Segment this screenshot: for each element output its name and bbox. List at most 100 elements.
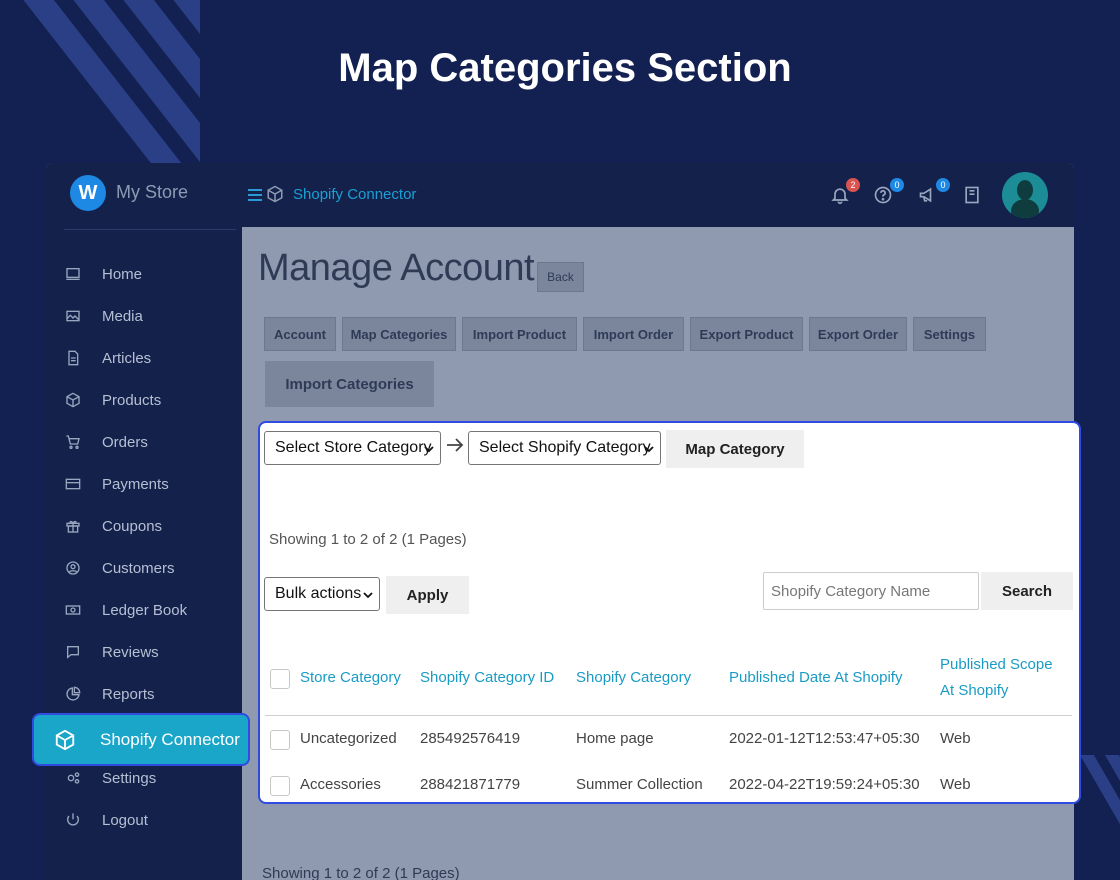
sidebar-item-label: Coupons bbox=[102, 517, 163, 535]
column-header-store-category[interactable]: Store Category bbox=[300, 665, 401, 691]
pagination-summary-bottom: Showing 1 to 2 of 2 (1 Pages) bbox=[262, 865, 460, 880]
import-categories-button[interactable]: Import Categories bbox=[265, 361, 434, 407]
cell-published-date: 2022-04-22T19:59:24+05:30 bbox=[729, 776, 920, 793]
pie-chart-icon bbox=[64, 685, 82, 703]
tab-import-product[interactable]: Import Product bbox=[462, 317, 577, 351]
cell-store-category: Accessories bbox=[300, 776, 381, 793]
store-category-select[interactable]: Select Store Category bbox=[264, 431, 441, 465]
user-circle-icon bbox=[64, 559, 82, 577]
sidebar-item-label: Products bbox=[102, 391, 162, 409]
apply-button[interactable]: Apply bbox=[386, 576, 469, 614]
sidebar-item-label: Home bbox=[102, 265, 143, 283]
sidebar-item-payments[interactable]: Payments bbox=[64, 469, 169, 499]
shopify-category-select[interactable]: Select Shopify Category bbox=[468, 431, 661, 465]
sidebar-item-settings[interactable]: Settings bbox=[64, 763, 156, 793]
sidebar-item-coupons[interactable]: Coupons bbox=[64, 511, 162, 541]
sidebar-item-shopify-connector[interactable]: Shopify Connector bbox=[32, 713, 250, 766]
cell-published-date: 2022-01-12T12:53:47+05:30 bbox=[729, 730, 920, 747]
sidebar-item-articles[interactable]: Articles bbox=[64, 343, 151, 373]
chevron-down-icon bbox=[363, 592, 373, 599]
gift-icon bbox=[64, 517, 82, 535]
credit-card-icon bbox=[64, 475, 82, 493]
map-categories-panel: Select Store Category Select Shopify Cat… bbox=[258, 421, 1081, 804]
store-category-select-value: Select Store Category bbox=[275, 439, 432, 456]
row-checkbox[interactable] bbox=[270, 776, 290, 796]
sidebar-item-customers[interactable]: Customers bbox=[64, 553, 175, 583]
tab-settings[interactable]: Settings bbox=[913, 317, 986, 351]
tab-export-product[interactable]: Export Product bbox=[690, 317, 803, 351]
search-input[interactable]: Shopify Category Name bbox=[763, 572, 979, 610]
power-icon bbox=[64, 811, 82, 829]
search-button[interactable]: Search bbox=[981, 572, 1073, 610]
cart-icon bbox=[64, 433, 82, 451]
sidebar-item-label: Orders bbox=[102, 433, 148, 451]
shopify-category-select-value: Select Shopify Category bbox=[479, 439, 651, 456]
cell-shopify-category: Summer Collection bbox=[576, 776, 703, 793]
cell-shopify-id: 285492576419 bbox=[420, 730, 521, 747]
tab-account[interactable]: Account bbox=[264, 317, 336, 351]
sidebar-item-label: Articles bbox=[102, 349, 152, 367]
table-divider bbox=[265, 715, 1072, 716]
sidebar-item-home[interactable]: Home bbox=[64, 259, 142, 289]
sidebar-item-label: Settings bbox=[102, 769, 157, 787]
announcements-badge: 0 bbox=[936, 178, 950, 192]
menu-icon[interactable] bbox=[248, 189, 262, 204]
help-badge: 0 bbox=[890, 178, 904, 192]
sidebar-item-label: Shopify Connector bbox=[100, 729, 240, 749]
sidebar-item-reviews[interactable]: Reviews bbox=[64, 637, 159, 667]
sidebar-item-label: Reports bbox=[102, 685, 155, 703]
sidebar-item-label: Reviews bbox=[102, 643, 159, 661]
cube-icon bbox=[55, 729, 75, 750]
pagination-summary: Showing 1 to 2 of 2 (1 Pages) bbox=[269, 531, 467, 548]
column-header-shopify-category[interactable]: Shopify Category bbox=[576, 665, 691, 691]
monitor-icon bbox=[64, 265, 82, 283]
sidebar-item-orders[interactable]: Orders bbox=[64, 427, 148, 457]
column-header-published-date[interactable]: Published Date At Shopify bbox=[729, 665, 902, 691]
cube-icon bbox=[64, 391, 82, 409]
column-header-shopify-category-id[interactable]: Shopify Category ID bbox=[420, 665, 554, 691]
cube-icon bbox=[267, 185, 283, 203]
document-icon bbox=[64, 349, 82, 367]
sidebar-item-media[interactable]: Media bbox=[64, 301, 143, 331]
cash-icon bbox=[64, 601, 82, 619]
chevron-down-icon bbox=[424, 446, 434, 453]
bulk-actions-select[interactable]: Bulk actions bbox=[264, 577, 380, 611]
bulk-actions-select-value: Bulk actions bbox=[275, 585, 362, 602]
cell-shopify-category: Home page bbox=[576, 730, 654, 747]
chevron-down-icon bbox=[644, 446, 654, 453]
breadcrumb[interactable]: Shopify Connector bbox=[293, 186, 416, 203]
map-category-button[interactable]: Map Category bbox=[666, 430, 804, 468]
notifications-badge: 2 bbox=[846, 178, 860, 192]
top-bar: W My Store Shopify Connector 2 0 0 bbox=[46, 163, 1074, 227]
sidebar-item-label: Payments bbox=[102, 475, 169, 493]
tab-map-categories[interactable]: Map Categories bbox=[342, 317, 456, 351]
gears-icon bbox=[64, 769, 82, 787]
cell-published-scope: Web bbox=[940, 776, 971, 793]
megaphone-icon[interactable] bbox=[918, 185, 938, 205]
sidebar-item-label: Logout bbox=[102, 811, 148, 829]
column-header-line: Published Scope bbox=[940, 656, 1053, 673]
tab-import-order[interactable]: Import Order bbox=[583, 317, 684, 351]
hero-title: Map Categories Section bbox=[338, 46, 792, 90]
store-name[interactable]: My Store bbox=[116, 182, 188, 203]
sidebar-item-logout[interactable]: Logout bbox=[64, 805, 148, 835]
tab-export-order[interactable]: Export Order bbox=[809, 317, 907, 351]
select-all-checkbox[interactable] bbox=[270, 669, 290, 689]
sidebar-item-label: Customers bbox=[102, 559, 175, 577]
page-title: Manage Account bbox=[258, 247, 535, 289]
sidebar-item-label: Ledger Book bbox=[102, 601, 188, 619]
cell-shopify-id: 288421871779 bbox=[420, 776, 521, 793]
image-icon bbox=[64, 307, 82, 325]
cell-published-scope: Web bbox=[940, 730, 971, 747]
sidebar-item-ledger-book[interactable]: Ledger Book bbox=[64, 595, 187, 625]
column-header-published-scope[interactable]: Published Scope At Shopify bbox=[940, 652, 1053, 704]
sidebar-item-products[interactable]: Products bbox=[64, 385, 161, 415]
back-button[interactable]: Back bbox=[537, 262, 584, 292]
row-checkbox[interactable] bbox=[270, 730, 290, 750]
book-icon[interactable] bbox=[962, 185, 982, 205]
store-logo[interactable]: W bbox=[70, 175, 106, 211]
sidebar-item-label: Media bbox=[102, 307, 143, 325]
column-header-line: At Shopify bbox=[940, 682, 1009, 699]
avatar[interactable] bbox=[1002, 172, 1048, 218]
sidebar-item-reports[interactable]: Reports bbox=[64, 679, 155, 709]
